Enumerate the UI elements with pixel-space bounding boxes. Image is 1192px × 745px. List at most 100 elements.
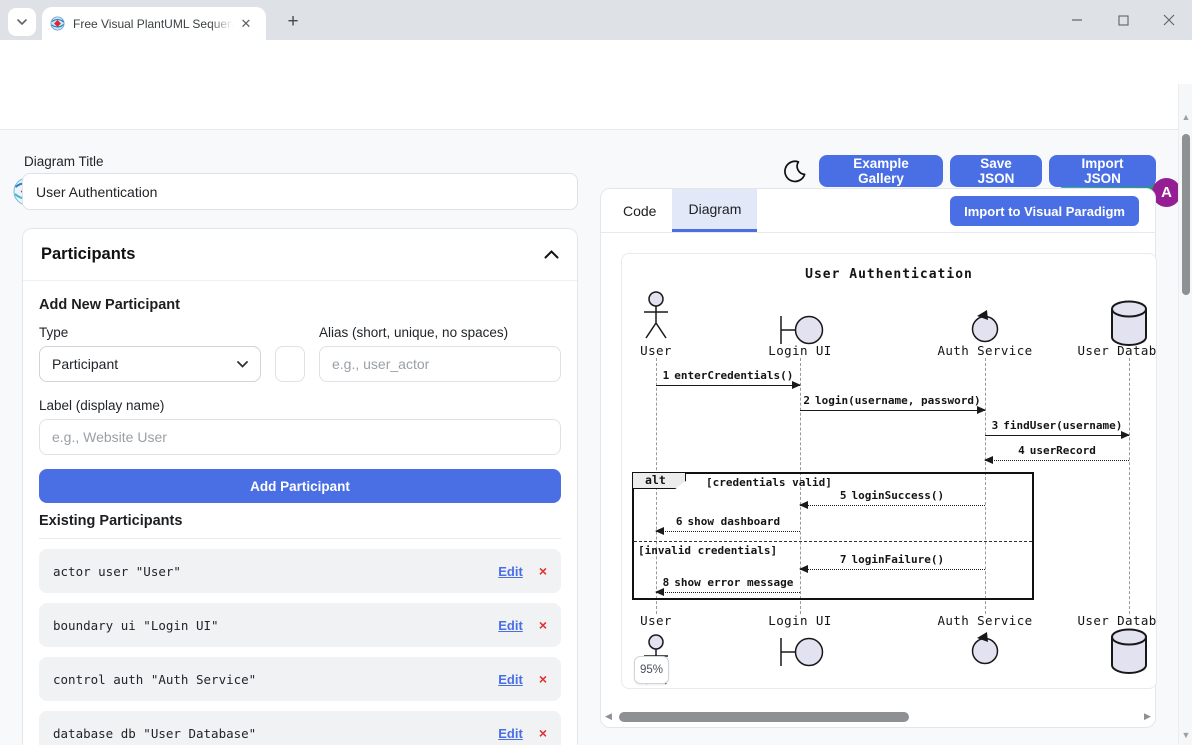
hscroll-thumb[interactable] (619, 712, 909, 722)
message-text: findUser(username) (1003, 419, 1122, 432)
diagram-title: User Authentication (622, 267, 1156, 282)
participant-label: Login UI (768, 343, 831, 358)
dark-mode-moon-icon[interactable] (784, 159, 807, 183)
message-num: 2 (803, 394, 810, 407)
participants-card-header[interactable]: Participants (23, 229, 577, 281)
add-participant-heading: Add New Participant (39, 297, 561, 313)
alt-fragment: alt [credentials valid] [invalid credent… (632, 472, 1034, 600)
participant-label: Auth Service (937, 343, 1032, 358)
message-num: 1 (663, 369, 670, 382)
edit-participant-link[interactable]: Edit (498, 564, 523, 579)
alt-guard-valid: [credentials valid] (706, 476, 832, 489)
add-participant-button[interactable]: Add Participant (39, 469, 561, 503)
diagram-card: Code Diagram Import to Visual Paradigm U… (600, 188, 1156, 728)
tab-title: Free Visual PlantUML Sequence (73, 17, 233, 31)
edit-participant-link[interactable]: Edit (498, 726, 523, 741)
alias-label: Alias (short, unique, no spaces) (319, 325, 561, 340)
message-label: 4 userRecord (1018, 444, 1096, 457)
diagram-title-label: Diagram Title (24, 154, 104, 169)
control-icon (970, 632, 1000, 666)
message-num: 3 (992, 419, 999, 432)
window-maximize-button[interactable] (1100, 0, 1146, 40)
hscroll-right-arrow[interactable]: ▶ (1144, 711, 1151, 722)
control-icon (970, 310, 1000, 344)
alt-guard-invalid: [invalid credentials] (638, 544, 777, 557)
diagram-title-input[interactable] (22, 173, 578, 210)
database-icon (1109, 300, 1149, 346)
edit-participant-link[interactable]: Edit (498, 618, 523, 633)
message-label: 2login(username, password) (803, 394, 980, 407)
participant-label: User Database (1077, 613, 1157, 628)
browser-tab-strip: Free Visual PlantUML Sequence ✕ + (0, 0, 1192, 40)
type-label: Type (39, 325, 305, 340)
tab-close-icon[interactable]: ✕ (237, 15, 255, 33)
alt-divider (634, 541, 1032, 542)
delete-participant-icon[interactable]: × (539, 725, 547, 741)
participant-row: actor user "User" Edit× (39, 549, 561, 593)
participant-code: database db "User Database" (53, 726, 256, 741)
alt-operator: alt (632, 472, 686, 489)
message-text: userRecord (1030, 444, 1096, 457)
database-icon (1109, 628, 1149, 674)
vscroll-thumb[interactable] (1182, 134, 1190, 295)
new-tab-button[interactable]: + (280, 9, 306, 35)
delete-participant-icon[interactable]: × (539, 563, 547, 579)
scroll-down-arrow[interactable]: ▼ (1179, 730, 1192, 740)
message-arrow (656, 385, 800, 386)
scroll-up-arrow[interactable]: ▲ (1179, 112, 1192, 122)
diagram-canvas[interactable]: User Authentication User Login UI Auth S… (621, 253, 1157, 689)
import-json-button[interactable]: Import JSON (1049, 155, 1156, 187)
participant-label: Login UI (768, 613, 831, 628)
site-favicon (50, 16, 65, 31)
participant-label: User (640, 613, 672, 628)
window-close-button[interactable] (1146, 0, 1192, 40)
editor-tabbar: Code Diagram Import to Visual Paradigm (601, 189, 1155, 233)
chevron-down-icon (16, 16, 28, 28)
boundary-icon (778, 634, 826, 670)
display-name-label: Label (display name) (39, 398, 561, 413)
participant-label: Auth Service (937, 613, 1032, 628)
browser-toolbar: ai-toolbox.visual-paradigm.com/app/plant… (0, 40, 1192, 84)
message-arrow (985, 435, 1129, 436)
participant-type-select[interactable]: Participant (39, 346, 261, 382)
chevron-up-icon[interactable] (544, 250, 559, 259)
message-arrow (985, 460, 1129, 461)
tab-diagram[interactable]: Diagram (672, 189, 757, 232)
hscroll-left-arrow[interactable]: ◀ (605, 711, 612, 722)
message-label: 1 enterCredentials() (663, 369, 794, 382)
tab-search-button[interactable] (8, 8, 36, 36)
import-to-visual-paradigm-button[interactable]: Import to Visual Paradigm (950, 196, 1139, 226)
tab-code[interactable]: Code (607, 189, 672, 232)
participant-extra-field[interactable] (275, 346, 305, 382)
message-arrow (800, 410, 985, 411)
minimize-icon (1071, 14, 1083, 26)
browser-tab[interactable]: Free Visual PlantUML Sequence ✕ (42, 7, 266, 40)
alias-input[interactable] (319, 346, 561, 382)
participant-code: boundary ui "Login UI" (53, 618, 219, 633)
display-name-input[interactable] (39, 419, 561, 455)
zoom-level-badge[interactable]: 95% (634, 656, 669, 684)
existing-participants-heading: Existing Participants (39, 513, 561, 539)
participant-label: User (640, 343, 672, 358)
edit-participant-link[interactable]: Edit (498, 672, 523, 687)
participant-row: control auth "Auth Service" Edit × (39, 657, 561, 701)
delete-participant-icon[interactable]: × (539, 617, 547, 633)
app-header: PlantUML Sequence Diagram Builder Powere… (0, 84, 1192, 130)
lifeline-user-database (1129, 358, 1130, 614)
example-gallery-button[interactable]: Example Gallery (819, 155, 943, 187)
participant-row: database db "User Database" Edit × (39, 711, 561, 745)
page-scrollbar[interactable]: ▲ ▼ (1178, 84, 1192, 745)
delete-participant-icon[interactable]: × (539, 671, 547, 687)
participant-row: boundary ui "Login UI" Edit × (39, 603, 561, 647)
participants-card: Participants Add New Participant Type Al… (22, 228, 578, 745)
close-icon (1163, 14, 1175, 26)
user-avatar[interactable]: A (1152, 178, 1181, 207)
message-text: enterCredentials() (674, 369, 793, 382)
save-json-button[interactable]: Save JSON (950, 155, 1042, 187)
message-num: 4 (1018, 444, 1025, 457)
participant-code: control auth "Auth Service" (53, 672, 256, 687)
maximize-icon (1118, 15, 1129, 26)
window-minimize-button[interactable] (1054, 0, 1100, 40)
chevron-down-icon (237, 361, 248, 368)
participants-heading: Participants (41, 245, 135, 264)
